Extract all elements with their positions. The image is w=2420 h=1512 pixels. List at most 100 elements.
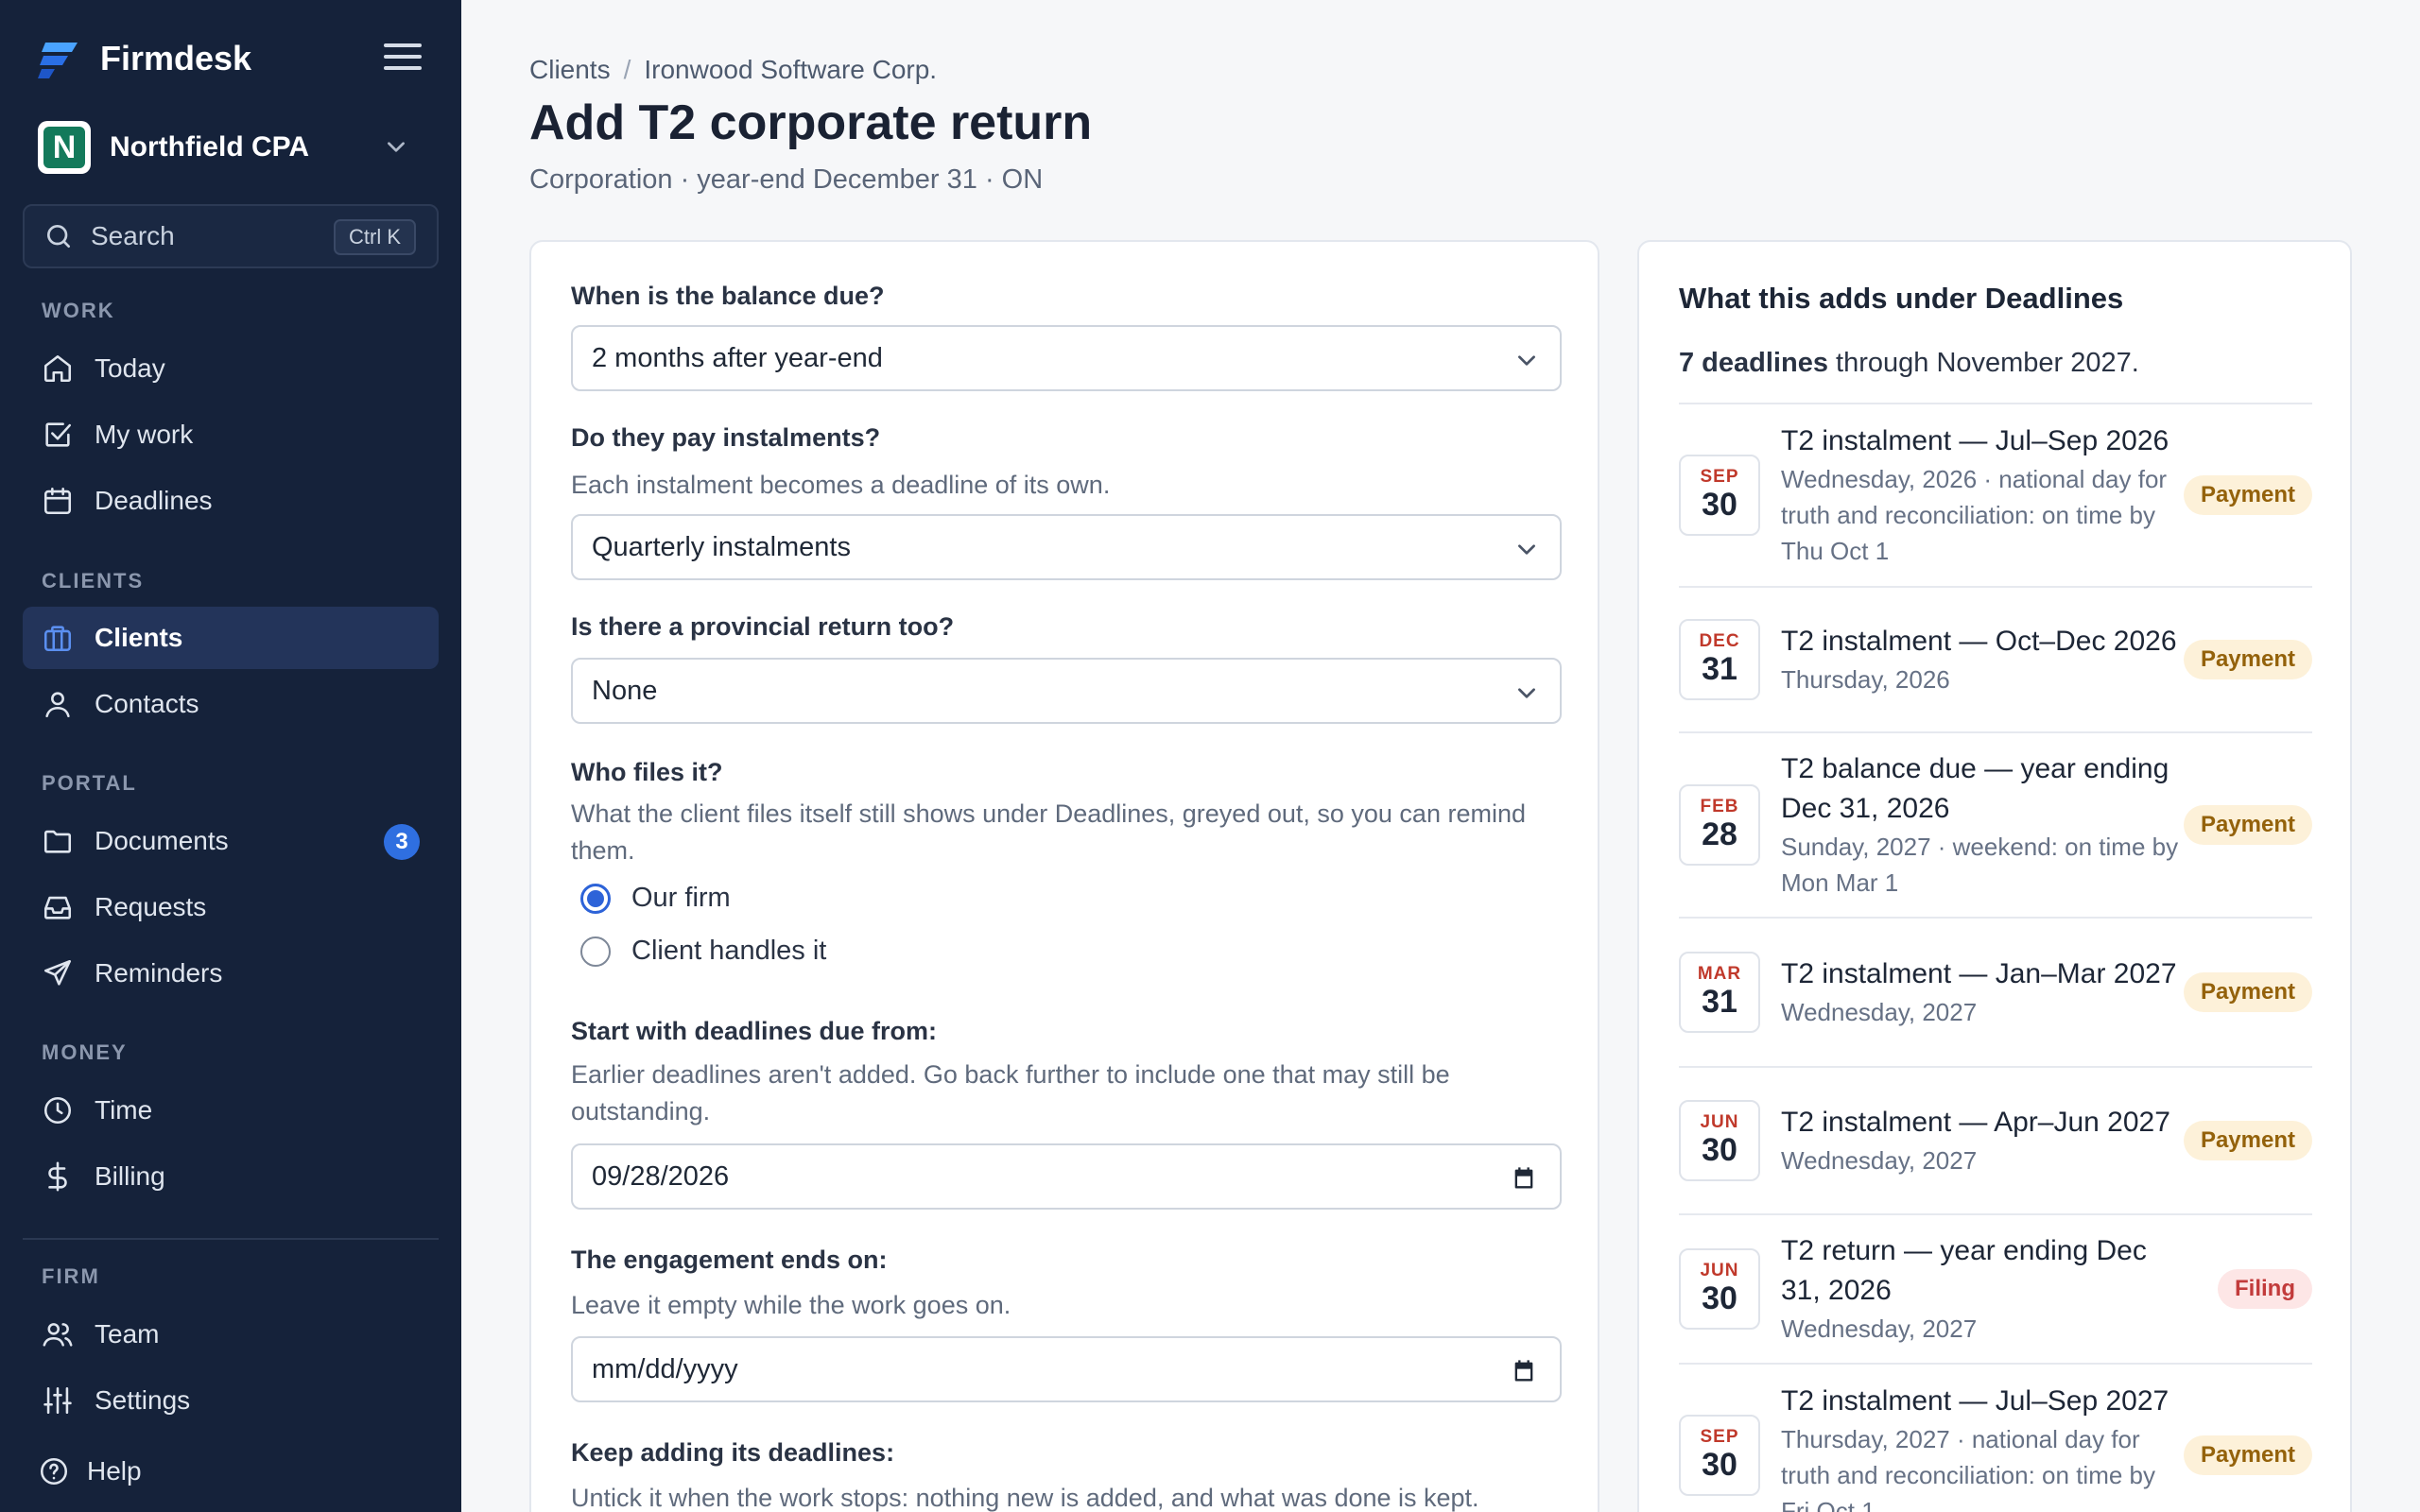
chevron-down-icon: [388, 142, 405, 152]
deadline-item[interactable]: JUN 30 T2 return — year ending Dec 31, 20…: [1679, 1213, 2312, 1363]
sidebar-item-clients[interactable]: Clients: [23, 607, 439, 669]
org-avatar: N: [38, 121, 91, 174]
search-placeholder: Search: [91, 221, 175, 250]
page-subtitle: Corporation · year-end December 31 · ON: [529, 164, 1044, 195]
preview-summary: 7 deadlines through November 2027.: [1679, 348, 2139, 378]
deadline-item[interactable]: SEP 30 T2 instalment — Jul–Sep 2027 Thursd…: [1679, 1363, 2312, 1512]
deadline-meta: Thursday, 2027 · national day for truth …: [1781, 1425, 2155, 1512]
sidebar-item-today[interactable]: Today: [23, 337, 439, 400]
sidebar-item-documents[interactable]: Documents 3: [23, 810, 439, 872]
keep-adding-help: Untick it when the work stops: nothing n…: [571, 1484, 1479, 1512]
end-date-input[interactable]: mm/dd/yyyy: [571, 1336, 1562, 1402]
who-files-label: Who files it?: [571, 758, 723, 786]
deadline-item[interactable]: JUN 30 T2 instalment — Apr–Jun 2027 Wednes…: [1679, 1066, 2312, 1213]
section-money: MONEY: [42, 1040, 128, 1064]
sidebar-item-billing[interactable]: Billing: [23, 1145, 439, 1208]
start-from-label: Start with deadlines due from:: [571, 1017, 938, 1045]
start-from-help: Earlier deadlines aren't added. Go back …: [571, 1060, 1450, 1125]
breadcrumb: Clients / Ironwood Software Corp.: [529, 55, 937, 85]
brand[interactable]: Firmdesk: [38, 34, 251, 83]
deadline-meta: Wednesday, 2027: [1781, 1146, 1978, 1175]
deadline-item[interactable]: MAR 31 T2 instalment — Jan–Mar 2027 Wednes…: [1679, 917, 2312, 1066]
sidebar-item-settings[interactable]: Settings: [23, 1369, 439, 1432]
deadline-item[interactable]: DEC 31 T2 instalment — Oct–Dec 2026 Thursd…: [1679, 586, 2312, 731]
deadline-meta: Wednesday, 2027: [1781, 998, 1978, 1026]
sidebar-item-help[interactable]: Help: [19, 1440, 435, 1503]
deadlines-preview-card: What this adds under Deadlines 7 deadlin…: [1637, 240, 2352, 1512]
type-badge: Payment: [2183, 475, 2312, 515]
sidebar-item-time[interactable]: Time: [23, 1079, 439, 1142]
radio-our-firm[interactable]: Our firm: [580, 883, 731, 914]
instalments-help: Each instalment becomes a deadline of it…: [571, 471, 1111, 499]
search-icon: [47, 225, 70, 248]
org-switcher[interactable]: N Northfield CPA: [38, 119, 424, 176]
checkbox-icon: [45, 422, 72, 447]
date-badge: MAR 31: [1679, 952, 1760, 1033]
deadline-title: T2 instalment — Jan–Mar 2027: [1781, 958, 2177, 989]
team-icon: [43, 1323, 73, 1347]
type-badge: Filing: [2218, 1269, 2312, 1309]
documents-count-badge: 3: [384, 824, 420, 860]
date-badge: JUN 30: [1679, 1248, 1760, 1330]
org-name: Northfield CPA: [110, 131, 310, 163]
sidebar-item-team[interactable]: Team: [23, 1303, 439, 1366]
deadline-meta: Thursday, 2026: [1781, 665, 1950, 694]
search-shortcut: Ctrl K: [334, 219, 416, 255]
who-files-help: What the client files itself still shows…: [571, 799, 1526, 865]
radio-client-handles[interactable]: Client handles it: [580, 936, 826, 967]
calendar-picker-icon[interactable]: [1511, 1164, 1537, 1193]
user-icon: [45, 692, 70, 718]
search-input[interactable]: Search Ctrl K: [23, 204, 439, 268]
balance-due-select[interactable]: 2 months after year-end: [571, 325, 1562, 391]
provincial-select[interactable]: None: [571, 658, 1562, 724]
radio-button[interactable]: [580, 883, 611, 914]
radio-button[interactable]: [580, 936, 611, 967]
deadline-meta: Wednesday, 2027: [1781, 1314, 1978, 1343]
sidebar-item-deadlines[interactable]: Deadlines: [23, 470, 439, 532]
instalments-select[interactable]: Quarterly instalments: [571, 514, 1562, 580]
sidebar-item-contacts[interactable]: Contacts: [23, 673, 439, 735]
breadcrumb-client-link[interactable]: Ironwood Software Corp.: [644, 55, 937, 85]
deadline-list: SEP 30 T2 instalment — Jul–Sep 2026 Wednes…: [1679, 403, 2312, 1512]
section-portal: PORTAL: [42, 771, 137, 795]
calendar-icon: [43, 487, 72, 515]
home-icon: [43, 354, 72, 383]
deadline-title: T2 balance due — year ending Dec 31, 202…: [1781, 753, 2169, 824]
deadline-meta: Wednesday, 2026 · national day for truth…: [1781, 465, 2168, 565]
sidebar: Firmdesk N Northfield CPA Search Ctrl K …: [0, 0, 461, 1512]
page-title: Add T2 corporate return: [529, 95, 1093, 150]
chevron-down-icon: [1518, 544, 1535, 555]
help-icon: [40, 1457, 68, 1486]
clock-icon: [43, 1096, 72, 1125]
date-badge: SEP 30: [1679, 1415, 1760, 1496]
deadline-item[interactable]: SEP 30 T2 instalment — Jul–Sep 2026 Wednes…: [1679, 403, 2312, 586]
inbox-icon: [43, 896, 72, 919]
instalments-label: Do they pay instalments?: [571, 423, 881, 452]
form-card: When is the balance due? 2 months after …: [529, 240, 1599, 1512]
sidebar-item-my-work[interactable]: My work: [23, 404, 439, 466]
date-badge: JUN 30: [1679, 1100, 1760, 1181]
type-badge: Payment: [2183, 1121, 2312, 1160]
sliders-icon: [43, 1386, 72, 1415]
send-icon: [43, 959, 72, 986]
sidebar-item-reminders[interactable]: Reminders: [23, 942, 439, 1005]
menu-toggle-icon[interactable]: [384, 43, 422, 76]
deadline-meta: Sunday, 2027 · weekend: on time by Mon M…: [1781, 833, 2179, 897]
keep-adding-label: Keep adding its deadlines:: [571, 1438, 895, 1467]
deadline-item[interactable]: FEB 28 T2 balance due — year ending Dec 3…: [1679, 731, 2312, 917]
calendar-picker-icon[interactable]: [1511, 1357, 1537, 1385]
start-date-input[interactable]: 09/28/2026: [571, 1143, 1562, 1210]
breadcrumb-clients-link[interactable]: Clients: [529, 55, 611, 85]
sidebar-item-requests[interactable]: Requests: [23, 876, 439, 938]
breadcrumb-separator: /: [623, 55, 631, 84]
folder-icon: [43, 830, 72, 853]
briefcase-icon: [43, 626, 72, 652]
firmdesk-logo: [38, 43, 78, 78]
section-clients: CLIENTS: [42, 569, 145, 593]
chevron-down-icon: [1518, 688, 1535, 698]
provincial-label: Is there a provincial return too?: [571, 612, 955, 641]
section-work: WORK: [42, 299, 115, 322]
type-badge: Payment: [2183, 805, 2312, 845]
sidebar-divider: [23, 1238, 439, 1240]
type-badge: Payment: [2183, 640, 2312, 679]
